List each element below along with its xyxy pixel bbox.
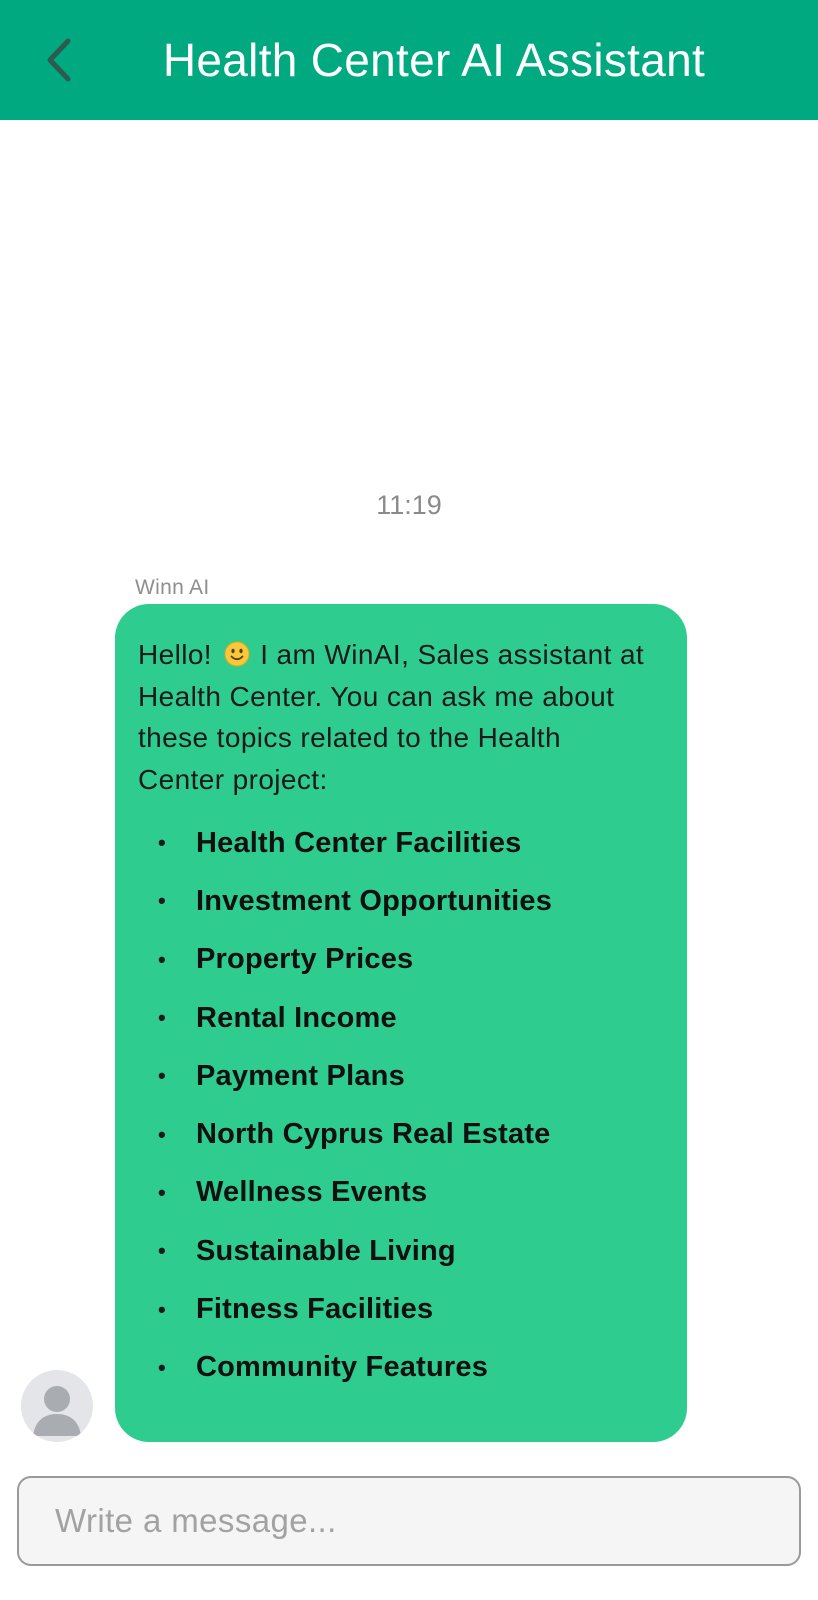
topic-item[interactable]: • Property Prices [138,931,647,989]
topic-item[interactable]: • Sustainable Living [138,1222,647,1280]
topic-item[interactable]: • North Cyprus Real Estate [138,1105,647,1163]
chevron-left-icon [47,38,71,82]
intro-text: I am WinAI, Sales assistant at Health Ce… [138,639,645,795]
bullet-icon: • [158,1238,166,1264]
topic-label: Rental Income [196,1001,397,1034]
greeting-text: Hello! [138,639,212,670]
slightly-smiling-face-icon [224,641,250,667]
back-button[interactable] [34,30,84,90]
topic-label: Wellness Events [196,1176,428,1209]
topic-label: Investment Opportunities [196,884,553,917]
topic-item[interactable]: • Wellness Events [138,1164,647,1222]
message-input[interactable] [19,1478,799,1564]
topic-item[interactable]: • Rental Income [138,989,647,1047]
bullet-icon: • [158,1063,166,1089]
topic-label: Sustainable Living [196,1234,456,1267]
user-avatar-icon [33,1386,81,1436]
topic-label: North Cyprus Real Estate [196,1118,551,1151]
topic-label: Community Features [196,1351,489,1384]
chat-screen: Health Center AI Assistant 11:19 Winn AI… [0,0,818,1600]
topic-label: Property Prices [196,943,414,976]
bullet-icon: • [158,1296,166,1322]
assistant-message-bubble: Hello! I am WinAI, Sales assistant at He… [115,604,687,1442]
bullet-icon: • [158,1354,166,1380]
message-intro: Hello! I am WinAI, Sales assistant at He… [138,634,647,800]
app-header: Health Center AI Assistant [0,0,818,120]
sender-name: Winn AI [135,576,210,599]
topic-item[interactable]: • Community Features [138,1339,647,1397]
topic-label: Fitness Facilities [196,1293,434,1326]
topic-item[interactable]: • Fitness Facilities [138,1280,647,1338]
bullet-icon: • [158,888,166,914]
bullet-icon: • [158,830,166,856]
bullet-icon: • [158,1121,166,1147]
bullet-icon: • [158,1005,166,1031]
bullet-icon: • [158,1179,166,1205]
topic-item[interactable]: • Investment Opportunities [138,872,647,930]
topic-label: Health Center Facilities [196,826,522,859]
topic-label: Payment Plans [196,1059,405,1092]
topic-list: • Health Center Facilities • Investment Op… [138,814,647,1397]
assistant-avatar [21,1370,93,1442]
page-title: Health Center AI Assistant [162,34,706,86]
message-timestamp: 11:19 [376,490,442,520]
topic-item[interactable]: • Health Center Facilities [138,814,647,872]
message-composer [17,1476,801,1566]
topic-item[interactable]: • Payment Plans [138,1047,647,1105]
bullet-icon: • [158,946,166,972]
